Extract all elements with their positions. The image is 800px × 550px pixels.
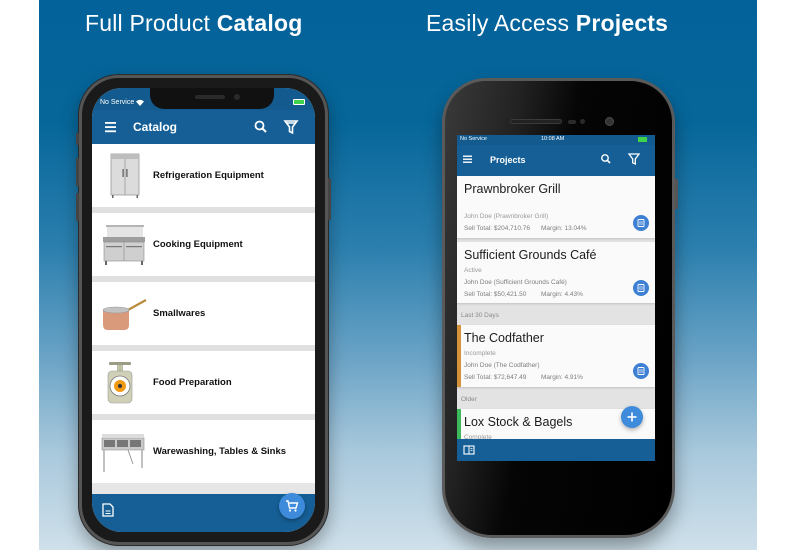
project-name: The Codfather: [464, 331, 544, 345]
category-item[interactable]: Warewashing, Tables & Sinks: [92, 420, 315, 483]
side-button: [328, 178, 331, 220]
project-name: Sufficient Grounds Café: [464, 248, 597, 262]
calculator-button[interactable]: [633, 363, 649, 379]
category-item[interactable]: Refrigeration Equipment: [92, 144, 315, 207]
calculator-icon: [637, 284, 645, 292]
project-name: Lox Stock & Bagels: [464, 415, 573, 429]
status-time: 10:08 AM: [541, 136, 565, 142]
headline-bold: Catalog: [216, 10, 303, 36]
category-label: Food Preparation: [153, 377, 232, 388]
three-compartment-sink-image: [101, 434, 145, 472]
refrigerator-image: [110, 153, 140, 198]
app-title: Projects: [490, 155, 526, 165]
project-sell-total: Sell Total: $204,710.76: [464, 225, 531, 232]
project-sell-total: Sell Total: $50,421.50: [464, 291, 527, 298]
carrier-label: No Service: [100, 99, 135, 106]
app-bar: Projects: [457, 145, 655, 176]
projects-screen: No Service 10:08 AM Projects Prawnbroker…: [457, 135, 655, 461]
project-owner: John Doe (Prawnbroker Grill): [464, 213, 549, 220]
book-icon[interactable]: [463, 445, 475, 455]
range-oven-image: [103, 225, 145, 265]
bottom-bar: [457, 439, 655, 461]
iphone-device: No Service 10:57 AM Catalog: [76, 75, 331, 545]
project-margin: Margin: 13.04%: [541, 225, 587, 232]
earpiece: [510, 119, 562, 124]
app-title: Catalog: [133, 120, 178, 134]
battery-icon: [638, 137, 647, 142]
category-label: Cooking Equipment: [153, 239, 243, 250]
notch: [150, 88, 274, 109]
filter-icon[interactable]: [282, 118, 300, 136]
project-status: Active: [464, 267, 482, 274]
copper-saucepan-image: [102, 299, 147, 330]
project-card[interactable]: The Codfather Incomplete John Doe (The C…: [457, 325, 655, 387]
project-card[interactable]: Sufficient Grounds Café Active John Doe …: [457, 242, 655, 303]
volume-up-button: [76, 158, 79, 186]
android-device: No Service 10:08 AM Projects Prawnbroker…: [442, 78, 678, 538]
calculator-button[interactable]: [633, 280, 649, 296]
category-label: Refrigeration Equipment: [153, 170, 264, 181]
project-margin: Margin: 4.91%: [541, 374, 583, 381]
project-owner: John Doe (The Codfather): [464, 362, 540, 369]
category-item[interactable]: Smallwares: [92, 282, 315, 345]
add-project-fab-button[interactable]: [621, 406, 643, 428]
plus-icon: [627, 412, 637, 422]
headline-projects: Easily Access Projects: [426, 10, 668, 37]
cart-icon: [286, 500, 299, 512]
project-name: Prawnbroker Grill: [464, 182, 561, 196]
category-item[interactable]: Cooking Equipment: [92, 213, 315, 276]
status-accent-incomplete: [457, 325, 461, 387]
calculator-icon: [637, 219, 645, 227]
category-label: Smallwares: [153, 308, 206, 319]
section-header: Older: [457, 391, 655, 407]
side-button: [675, 179, 678, 209]
search-icon[interactable]: [252, 118, 270, 136]
project-status: Incomplete: [464, 350, 496, 357]
category-item[interactable]: Food Preparation: [92, 351, 315, 414]
section-header: Last 30 Days: [457, 307, 655, 323]
headline-regular: Full Product: [85, 10, 217, 36]
status-bar: No Service 10:08 AM: [457, 135, 655, 145]
app-bar: Catalog: [92, 110, 315, 144]
wifi-icon: [136, 99, 144, 106]
headline-regular: Easily Access: [426, 10, 576, 36]
hamburger-icon[interactable]: [102, 118, 120, 136]
battery-icon: [293, 99, 305, 105]
project-sell-total: Sell Total: $72,647.49: [464, 374, 527, 381]
project-card[interactable]: Prawnbroker Grill John Doe (Prawnbroker …: [457, 176, 655, 238]
carrier-label: No Service: [460, 136, 487, 142]
search-icon[interactable]: [599, 152, 613, 166]
project-owner: John Doe (Sufficient Grounds Café): [464, 279, 567, 286]
hamburger-icon[interactable]: [461, 152, 475, 166]
project-margin: Margin: 4.43%: [541, 291, 583, 298]
catalog-screen: No Service 10:57 AM Catalog: [92, 88, 315, 532]
volume-down-button: [76, 193, 79, 221]
calculator-icon: [637, 367, 645, 375]
document-icon[interactable]: [102, 503, 114, 517]
promo-background: Full Product Catalog Easily Access Proje…: [39, 0, 757, 550]
kitchen-scale-image: [107, 362, 133, 404]
mute-switch: [76, 133, 79, 145]
headline-catalog: Full Product Catalog: [85, 10, 302, 37]
filter-icon[interactable]: [627, 152, 641, 166]
cart-fab-button[interactable]: [279, 493, 305, 519]
category-list: Refrigeration Equipment Cooking Equipmen…: [92, 144, 315, 483]
headline-bold: Projects: [575, 10, 669, 36]
calculator-button[interactable]: [633, 215, 649, 231]
category-label: Warewashing, Tables & Sinks: [153, 446, 287, 457]
front-camera: [605, 117, 614, 126]
